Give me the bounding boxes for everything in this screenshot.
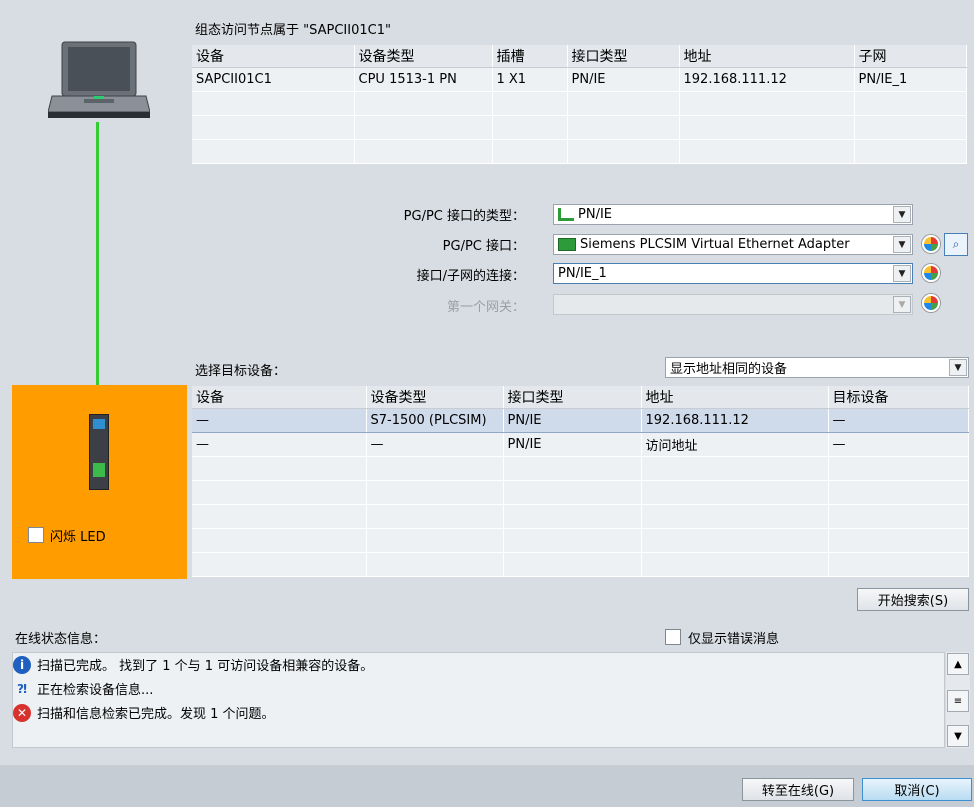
list-item: ⁈ 正在检索设备信息... [13,679,153,699]
go-online-button[interactable]: 转至在线(G) [742,778,854,801]
col-device[interactable]: 设备 [192,45,355,68]
col-interface-type[interactable]: 接口类型 [503,386,642,409]
access-node-table: 设备 设备类型 插槽 接口类型 地址 子网 SAPCII01C1 CPU 151… [192,45,967,164]
table-row [192,456,969,481]
diagnostics-shield-icon[interactable] [922,294,940,312]
col-device[interactable]: 设备 [192,386,367,409]
table-row[interactable]: — — PN/IE 访问地址 — [192,432,969,457]
error-icon: ✕ [13,703,31,722]
network-adapter-icon [558,238,576,251]
target-device-table: 设备 设备类型 接口类型 地址 目标设备 — S7-1500 (PLCSIM) … [192,386,969,577]
scroll-up-icon[interactable]: ▲ [947,653,969,675]
connection-line [96,122,99,410]
pgpc-type-value: PN/IE [578,207,612,222]
target-filter-value: 显示地址相同的设备 [670,362,788,377]
errors-only-checkbox[interactable] [665,629,681,645]
network-search-icon: ⁈ [17,681,27,696]
table-row [192,139,967,164]
target-filter-select[interactable]: 显示地址相同的设备 ▼ [665,357,969,378]
flash-led-checkbox[interactable] [28,527,44,543]
col-subnet[interactable]: 子网 [854,45,967,68]
chevron-down-icon: ▼ [893,296,911,313]
properties-search-icon[interactable]: ⌕ [944,233,968,256]
errors-only-label: 仅显示错误消息 [688,632,780,647]
list-item: ✕ 扫描和信息检索已完成。发现 1 个问题。 [13,703,275,722]
table-row[interactable]: SAPCII01C1 CPU 1513-1 PN 1 X1 PN/IE 192.… [192,67,967,92]
col-device-type[interactable]: 设备类型 [354,45,493,68]
pnie-icon [558,208,574,221]
target-device-panel: 闪烁 LED [12,385,187,579]
chevron-down-icon[interactable]: ▼ [893,265,911,282]
plc-device-icon [89,414,109,490]
diagnostics-shield-icon[interactable] [922,264,940,282]
chevron-down-icon[interactable]: ▼ [949,359,967,376]
table-row [192,115,967,140]
pgpc-type-label: PG/PC 接口的类型： [403,209,525,224]
flash-led-label: 闪烁 LED [50,530,106,545]
pgpc-interface-value: Siemens PLCSIM Virtual Ethernet Adapter [580,237,850,252]
start-search-button[interactable]: 开始搜索(S) [857,588,969,611]
cancel-button[interactable]: 取消(C) [862,778,972,801]
table-row [192,504,969,529]
table-row[interactable]: — S7-1500 (PLCSIM) PN/IE 192.168.111.12 … [192,407,969,433]
col-interface-type[interactable]: 接口类型 [567,45,680,68]
pgpc-interface-label: PG/PC 接口： [442,239,525,254]
col-device-type[interactable]: 设备类型 [366,386,504,409]
info-icon: i [13,655,31,674]
pgpc-interface-select[interactable]: Siemens PLCSIM Virtual Ethernet Adapter … [553,234,913,255]
col-address[interactable]: 地址 [641,386,829,409]
table-row [192,528,969,553]
scroll-thumb[interactable]: ≡ [947,690,969,712]
diagnostics-shield-icon[interactable] [922,235,940,253]
table-row [192,91,967,116]
subnet-connection-select[interactable]: PN/IE_1 ▼ [553,263,913,284]
pgpc-type-select[interactable]: PN/IE ▼ [553,204,913,225]
scroll-down-icon[interactable]: ▼ [947,725,969,747]
online-status-caption: 在线状态信息： [15,632,107,647]
list-item: i 扫描已完成。 找到了 1 个与 1 可访问设备相兼容的设备。 [13,655,373,674]
chevron-down-icon[interactable]: ▼ [893,206,911,223]
first-gateway-select: ▼ [553,294,913,315]
subnet-connection-value: PN/IE_1 [558,266,607,281]
col-target-device[interactable]: 目标设备 [828,386,969,409]
col-slot[interactable]: 插槽 [492,45,568,68]
subnet-connection-label: 接口/子网的连接： [416,269,525,284]
target-device-caption: 选择目标设备： [195,364,287,379]
first-gateway-label: 第一个网关： [446,300,525,315]
access-node-caption: 组态访问节点属于 "SAPCII01C1" [195,23,391,38]
table-row [192,480,969,505]
chevron-down-icon[interactable]: ▼ [893,236,911,253]
pg-laptop-icon [47,40,151,122]
table-row [192,552,969,577]
col-address[interactable]: 地址 [679,45,855,68]
